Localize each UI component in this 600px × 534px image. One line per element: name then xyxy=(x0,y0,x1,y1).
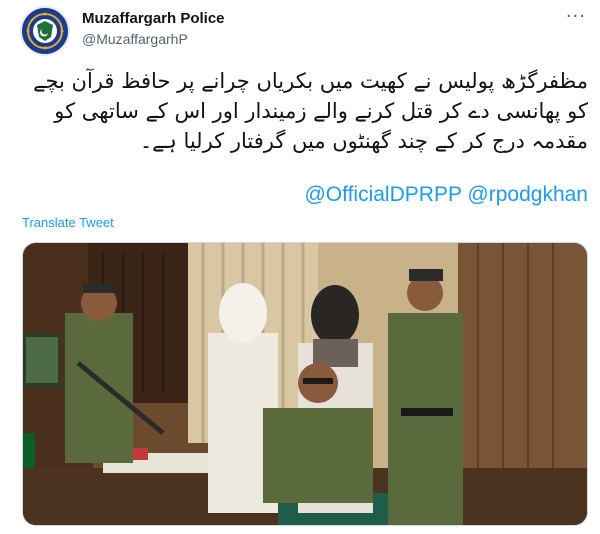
more-options-icon[interactable]: ··· xyxy=(566,8,586,26)
police-badge-icon xyxy=(23,9,67,53)
tweet-mentions: @OfficialDPRPP @rpodgkhan xyxy=(304,183,588,207)
translate-tweet-link[interactable]: Translate Tweet xyxy=(22,215,114,230)
author-name[interactable]: Muzaffargarh Police xyxy=(82,10,225,27)
police-office-photo xyxy=(23,243,587,525)
tweet-card: Muzaffargarh Police @MuzaffargarhP ··· م… xyxy=(0,0,600,534)
author-handle[interactable]: @MuzaffargarhP xyxy=(82,31,188,47)
mention-link-rpodgkhan[interactable]: @rpodgkhan xyxy=(467,183,588,206)
profile-avatar[interactable] xyxy=(20,6,70,56)
mention-link-official-dprpp[interactable]: @OfficialDPRPP xyxy=(304,183,461,206)
tweet-photo[interactable] xyxy=(22,242,588,526)
tweet-text: مظفرگڑھ پولیس نے کھیت میں بکریاں چرانے پ… xyxy=(33,69,588,153)
